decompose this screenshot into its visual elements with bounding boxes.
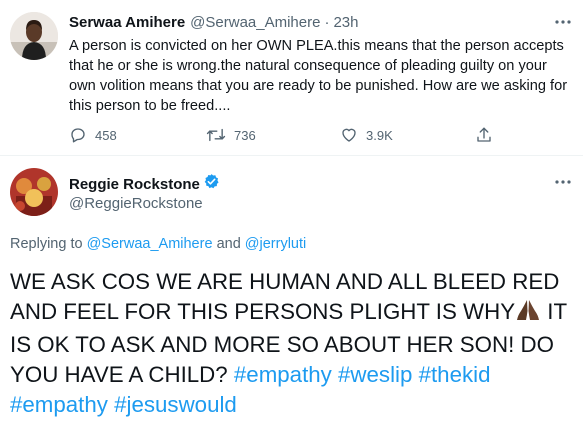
replying-to-user-1[interactable]: @Serwaa_Amihere [87,236,213,252]
tweet-text: A person is convicted on her OWN PLEA.th… [69,38,568,114]
divider [0,155,583,156]
author-name[interactable]: Reggie Rockstone [69,176,200,193]
retweet-count: 736 [234,127,256,143]
share-button[interactable] [475,126,493,144]
like-count: 3.9K [366,127,393,143]
retweet-icon [206,128,226,142]
hashtag[interactable]: #empathy [234,362,332,387]
avatar-serwaa[interactable] [10,12,58,60]
praying-hands-emoji [515,298,541,330]
hashtag[interactable]: #empathy [10,392,108,417]
hashtag[interactable]: #jesuswould [114,392,237,417]
reply-icon [71,128,85,143]
verified-badge-icon [203,173,220,195]
share-icon [477,127,491,142]
hashtag[interactable]: #weslip [338,362,412,387]
like-button[interactable]: 3.9K [340,126,393,144]
author-name[interactable]: Serwaa Amihere [69,14,185,31]
author-handle[interactable]: @Serwaa_Amihere [190,14,320,31]
author-handle[interactable]: @ReggieRockstone [69,195,203,212]
replying-to-user-2[interactable]: @jerryluti [245,236,306,252]
tweet-text-part-1: WE ASK COS WE ARE HUMAN AND ALL BLEED RE… [10,269,560,324]
more-icon[interactable] [554,173,572,195]
avatar-reggie[interactable] [10,168,58,216]
more-icon[interactable] [554,13,572,35]
tweet-text: WE ASK COS WE ARE HUMAN AND ALL BLEED RE… [10,267,575,420]
separator-dot: · [324,13,330,31]
reply-count: 458 [95,127,117,143]
like-icon [342,128,356,142]
replying-to: Replying to @Serwaa_Amihere and @jerrylu… [10,236,306,252]
replying-to-prefix: Replying to [10,236,83,252]
hashtag[interactable]: #thekid [419,362,491,387]
tweet-time[interactable]: 23h [333,14,358,31]
replying-to-and: and [216,236,241,252]
retweet-button[interactable]: 736 [206,126,256,144]
reply-button[interactable]: 458 [69,126,117,144]
